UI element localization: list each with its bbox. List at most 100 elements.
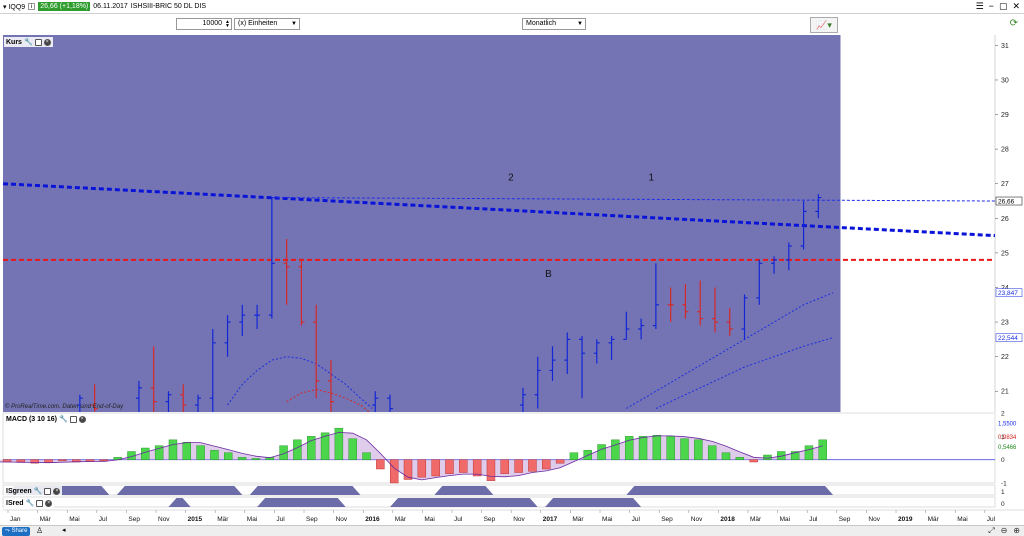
annotation-label: 1 <box>648 172 654 183</box>
zoom-fit-icon[interactable]: ⤢ <box>988 526 994 536</box>
scroll-left-icon[interactable]: ◂ <box>62 526 66 536</box>
x-tick-label: Jul <box>99 516 108 523</box>
price-chart: 212223242526272829303121B26,6623,84722,5… <box>0 35 1024 523</box>
x-tick-label: Jul <box>632 516 641 523</box>
chart-type-button[interactable]: 📈▾ <box>810 17 838 33</box>
wrench-icon[interactable]: 🔧 <box>59 415 68 423</box>
menu-icon[interactable]: ☰ <box>976 1 984 12</box>
macd-histogram-bar <box>666 436 675 460</box>
close-panel-icon[interactable]: × <box>43 38 51 46</box>
x-tick-label: 2018 <box>720 516 735 523</box>
x-tick-label: Mär <box>40 516 52 523</box>
unit-select-value: (x) Einheiten <box>238 20 278 27</box>
quote-date: 06.11.2017 <box>93 3 128 10</box>
macd-histogram-bar <box>251 458 261 460</box>
restore-icon[interactable]: ▢ <box>999 1 1008 12</box>
quantity-stepper-icon[interactable]: ▲ ▼ <box>225 20 230 29</box>
isgreen-panel-header: ISgreen 🔧 × <box>4 486 63 496</box>
macd-histogram-bar <box>735 457 745 460</box>
zoom-in-icon[interactable]: ⊕ <box>1013 526 1020 536</box>
macd-histogram-bar <box>237 457 247 460</box>
macd-histogram-bar <box>362 452 371 460</box>
isred-panel-wave <box>545 498 642 507</box>
window-icon[interactable] <box>69 415 77 423</box>
x-tick-label: Nov <box>158 516 170 523</box>
x-tick-label: Jul <box>809 516 818 523</box>
window-icon[interactable] <box>44 487 52 495</box>
macd-histogram-bar <box>224 452 233 460</box>
x-tick-label: Mär <box>750 516 762 523</box>
unit-select[interactable]: (x) Einheiten ▼ <box>234 18 300 30</box>
close-panel-icon[interactable]: × <box>78 415 86 423</box>
refresh-icon[interactable]: ⟳ <box>1010 18 1018 29</box>
macd-histogram-bar <box>611 439 620 460</box>
x-tick-label: Mai <box>957 516 967 523</box>
chevron-down-icon: ▼ <box>577 21 583 27</box>
last-price-label: 26,66 <box>998 199 1015 206</box>
isgreen-panel-wave <box>434 486 494 495</box>
x-tick-label: Nov <box>868 516 880 523</box>
price-history-bg <box>3 35 841 412</box>
macd-histogram-bar <box>348 438 357 460</box>
isred-panel-wave <box>390 498 538 507</box>
close-icon[interactable]: ✕ <box>1012 1 1020 12</box>
chart-type-icon: 📈▾ <box>816 20 832 30</box>
x-tick-label: Nov <box>336 516 348 523</box>
symbol-dropdown[interactable]: ▾ IQQ9 <box>3 3 25 11</box>
instrument-name: ISHSIII-BRIC 50 DL DIS <box>130 3 206 10</box>
info-icon[interactable]: i <box>28 3 36 10</box>
minimize-icon[interactable]: − <box>989 1 994 12</box>
x-tick-label: Sep <box>306 516 318 523</box>
isred-panel-header: ISred 🔧 × <box>4 498 55 508</box>
chart-controls: 10000 ▲ ▼ (x) Einheiten ▼ Monatlich ▼ 📈▾ … <box>0 15 1024 35</box>
isgreen-panel-label: ISgreen <box>6 487 32 495</box>
isred-scale-label: 0 <box>1001 501 1005 508</box>
macd-histogram-bar <box>707 445 717 460</box>
price-tick-label: 22 <box>1001 354 1009 361</box>
x-tick-label: Nov <box>691 516 703 523</box>
macd-value-label: 0,9834 <box>998 435 1017 441</box>
price-tick-label: 26 <box>1001 216 1009 223</box>
x-tick-label: Mai <box>424 516 434 523</box>
x-tick-label: Jul <box>987 516 996 523</box>
macd-histogram-bar <box>652 434 662 460</box>
macd-histogram-bar <box>293 439 302 460</box>
price-tick-label: 27 <box>1001 181 1009 188</box>
macd-histogram-bar <box>500 459 509 474</box>
x-tick-label: Mai <box>247 516 257 523</box>
interval-select-value: Monatlich <box>526 20 556 27</box>
macd-panel-header: MACD (3 10 16) 🔧 × <box>4 414 88 424</box>
price-future-bg <box>840 35 995 412</box>
person-icon[interactable]: ♙ <box>36 526 43 535</box>
macd-histogram-bar <box>542 459 551 470</box>
quantity-value: 10000 <box>202 20 222 27</box>
wrench-icon[interactable]: 🔧 <box>24 38 33 46</box>
isgreen-scale-label: 1 <box>1001 489 1005 496</box>
macd-value-label: 1,5500 <box>998 422 1017 428</box>
quantity-input[interactable]: 10000 ▲ ▼ <box>176 18 232 30</box>
macd-histogram-bar <box>597 444 606 460</box>
window-icon[interactable] <box>36 499 44 507</box>
symbol: IQQ9 <box>8 3 26 11</box>
macd-histogram-bar <box>417 459 427 478</box>
title-bar: ▾ IQQ9 i 26,66 (+1,18%) 06.11.2017 ISHSI… <box>0 0 1024 14</box>
x-tick-label: 2019 <box>898 516 913 523</box>
close-panel-icon[interactable]: × <box>45 499 53 507</box>
annotation-label: B <box>545 269 552 280</box>
price-tick-label: 25 <box>1001 250 1009 257</box>
macd-histogram-bar <box>210 450 219 460</box>
close-panel-icon[interactable]: × <box>53 487 61 495</box>
price-tick-label: 29 <box>1001 112 1009 119</box>
isgreen-panel-wave <box>249 486 361 495</box>
macd-histogram-bar <box>141 447 150 460</box>
zoom-out-icon[interactable]: ⊖ <box>1001 526 1008 536</box>
wrench-icon[interactable]: 🔧 <box>34 487 43 495</box>
interval-select[interactable]: Monatlich ▼ <box>522 18 586 30</box>
wrench-icon[interactable]: 🔧 <box>26 499 35 507</box>
macd-tick-label: 2 <box>1001 411 1005 418</box>
share-button[interactable]: ⤳ Share <box>2 527 31 536</box>
macd-histogram-bar <box>182 441 191 460</box>
price-tick-label: 28 <box>1001 147 1009 154</box>
lower-ma-label: 22,544 <box>998 335 1018 342</box>
window-icon[interactable] <box>34 38 42 46</box>
